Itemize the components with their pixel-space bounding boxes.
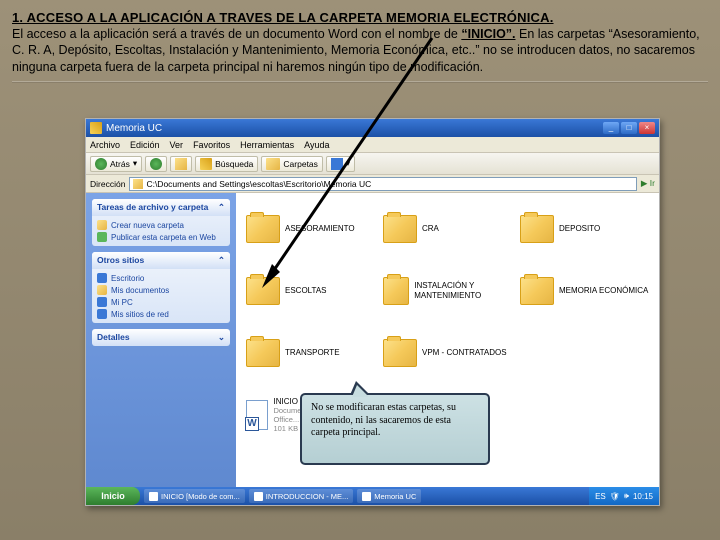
go-label: Ir bbox=[650, 178, 655, 188]
back-icon bbox=[95, 158, 107, 170]
menu-archivo[interactable]: Archivo bbox=[90, 137, 120, 152]
place-label: Mi PC bbox=[111, 298, 133, 307]
slide: 1. ACCESO A LA APLICACIÓN A TRAVES DE LA… bbox=[0, 0, 720, 540]
mypc-icon bbox=[97, 297, 107, 307]
taskbar-item[interactable]: INICIO [Modo de com... bbox=[144, 489, 245, 503]
folder-item[interactable]: MEMORIA ECONÓMICA bbox=[520, 263, 649, 319]
taskbar-item[interactable]: Memoria UC bbox=[357, 489, 421, 503]
taskbar-label: INTRODUCCION - ME... bbox=[266, 492, 349, 501]
folder-item[interactable]: TRANSPORTE bbox=[246, 325, 375, 381]
places-panel-header[interactable]: Otros sitios⌃ bbox=[92, 252, 230, 269]
folder-item[interactable]: VPM - CONTRATADOS bbox=[383, 325, 512, 381]
back-label: Atrás bbox=[110, 159, 130, 169]
taskbar: Inicio INICIO [Modo de com... INTRODUCCI… bbox=[86, 487, 659, 505]
task-label: Publicar esta carpeta en Web bbox=[111, 233, 216, 242]
go-button[interactable]: ▶ Ir bbox=[641, 178, 655, 189]
callout-box: No se modificaran estas carpetas, su con… bbox=[300, 393, 490, 465]
network-icon bbox=[97, 309, 107, 319]
start-button[interactable]: Inicio bbox=[86, 487, 140, 505]
minimize-button[interactable]: _ bbox=[603, 122, 619, 134]
folder-icon bbox=[246, 339, 280, 367]
word-icon bbox=[149, 492, 158, 501]
close-button[interactable]: × bbox=[639, 122, 655, 134]
folder-icon bbox=[520, 277, 554, 305]
place-docs[interactable]: Mis documentos bbox=[97, 284, 225, 296]
folder-icon bbox=[90, 122, 102, 134]
task-new-folder[interactable]: Crear nueva carpeta bbox=[97, 219, 225, 231]
lang-indicator: ES bbox=[595, 492, 606, 501]
system-tray[interactable]: ES🛡🕪10:15 bbox=[589, 487, 659, 505]
taskbar-label: Memoria UC bbox=[374, 492, 416, 501]
folder-name: DEPOSITO bbox=[559, 224, 600, 234]
places-panel: Otros sitios⌃ Escritorio Mis documentos … bbox=[92, 252, 230, 323]
search-label: Búsqueda bbox=[215, 159, 253, 169]
taskbar-label: INICIO [Modo de com... bbox=[161, 492, 240, 501]
body-inicio: “INICIO”. bbox=[461, 27, 515, 41]
side-panel: Tareas de archivo y carpeta⌃ Crear nueva… bbox=[86, 193, 236, 487]
clock: 10:15 bbox=[633, 492, 653, 501]
task-publish[interactable]: Publicar esta carpeta en Web bbox=[97, 231, 225, 243]
window-title: Memoria UC bbox=[106, 123, 162, 134]
place-mypc[interactable]: Mi PC bbox=[97, 296, 225, 308]
place-desktop[interactable]: Escritorio bbox=[97, 272, 225, 284]
desktop-icon bbox=[97, 273, 107, 283]
folder-icon bbox=[383, 339, 417, 367]
tasks-title: Tareas de archivo y carpeta bbox=[97, 202, 208, 213]
task-label: Crear nueva carpeta bbox=[111, 221, 184, 230]
folder-icon bbox=[520, 215, 554, 243]
docs-icon bbox=[97, 285, 107, 295]
taskbar-item[interactable]: INTRODUCCION - ME... bbox=[249, 489, 354, 503]
folder-name: MEMORIA ECONÓMICA bbox=[559, 286, 648, 296]
menu-favoritos[interactable]: Favoritos bbox=[193, 137, 230, 152]
place-label: Mis documentos bbox=[111, 286, 169, 295]
search-icon bbox=[200, 158, 212, 170]
ppt-icon bbox=[254, 492, 263, 501]
details-panel: Detalles⌄ bbox=[92, 329, 230, 346]
forward-icon bbox=[150, 158, 162, 170]
address-label: Dirección bbox=[90, 179, 125, 189]
up-icon bbox=[175, 158, 187, 170]
up-button[interactable] bbox=[170, 156, 192, 172]
menu-ver[interactable]: Ver bbox=[170, 137, 184, 152]
place-label: Mis sitios de red bbox=[111, 310, 169, 319]
menu-edicion[interactable]: Edición bbox=[130, 137, 160, 152]
maximize-button[interactable]: □ bbox=[621, 122, 637, 134]
places-title: Otros sitios bbox=[97, 255, 144, 266]
place-network[interactable]: Mis sitios de red bbox=[97, 308, 225, 320]
folder-item[interactable]: DEPOSITO bbox=[520, 201, 649, 257]
folder-icon bbox=[133, 179, 143, 189]
word-doc-icon bbox=[246, 400, 268, 430]
back-button[interactable]: Atrás ▾ bbox=[90, 156, 142, 172]
tasks-panel-header[interactable]: Tareas de archivo y carpeta⌃ bbox=[92, 199, 230, 216]
tasks-panel: Tareas de archivo y carpeta⌃ Crear nueva… bbox=[92, 199, 230, 246]
forward-button[interactable] bbox=[145, 156, 167, 172]
place-label: Escritorio bbox=[111, 274, 144, 283]
arrow-annotation bbox=[262, 36, 434, 288]
publish-icon bbox=[97, 232, 107, 242]
slide-heading: 1. ACCESO A LA APLICACIÓN A TRAVES DE LA… bbox=[12, 10, 708, 25]
folder-name: VPM - CONTRATADOS bbox=[422, 348, 507, 358]
details-title: Detalles bbox=[97, 332, 130, 343]
details-panel-header[interactable]: Detalles⌄ bbox=[92, 329, 230, 346]
folder-name: TRANSPORTE bbox=[285, 348, 340, 358]
folder-icon bbox=[362, 492, 371, 501]
search-button[interactable]: Búsqueda bbox=[195, 156, 258, 172]
new-folder-icon bbox=[97, 220, 107, 230]
